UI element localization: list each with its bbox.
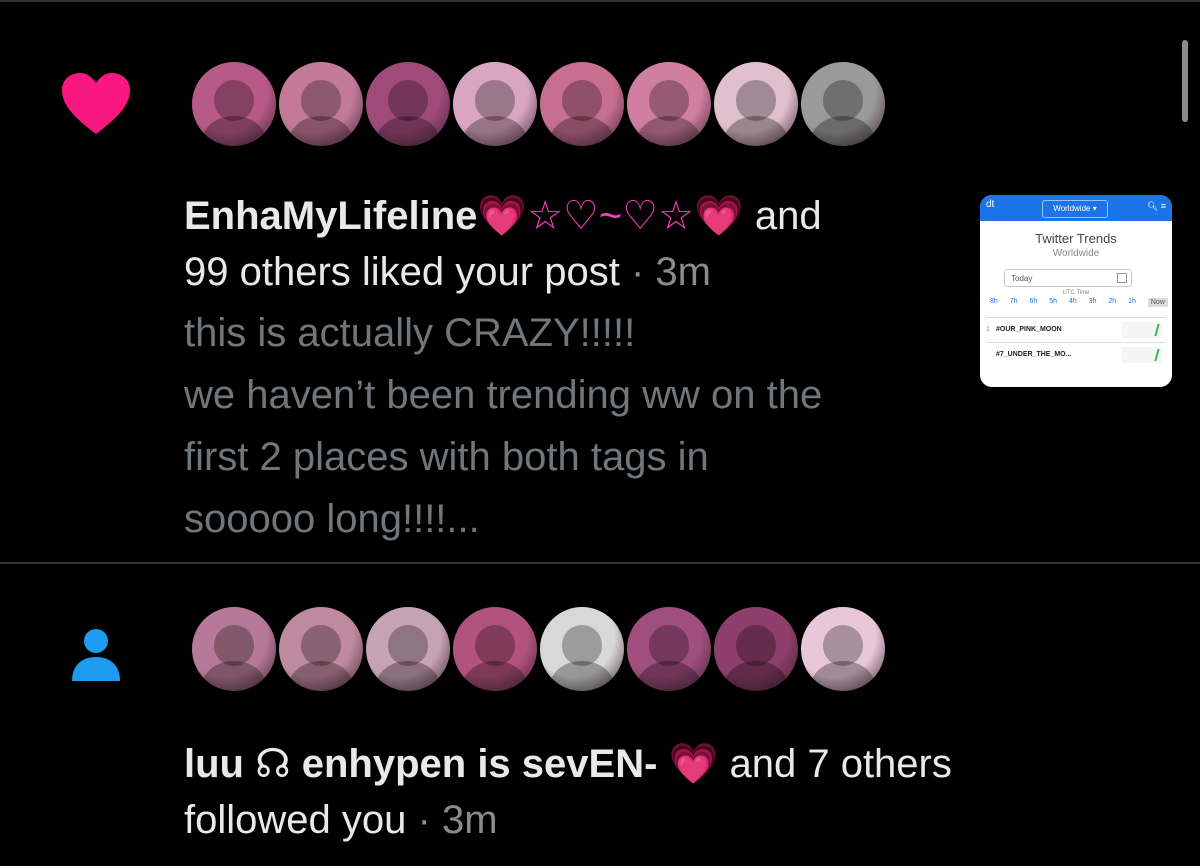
hour-label: 5h xyxy=(1049,298,1057,305)
preview-line: first 2 places with both tags in xyxy=(184,435,709,479)
liker-avatars xyxy=(190,60,887,150)
trend-row: #7_UNDER_THE_MO... xyxy=(986,342,1166,367)
notification-like[interactable]: EnhaMyLifeline💗☆♡~♡☆💗 and 99 others like… xyxy=(0,0,1200,563)
hour-label: 7h xyxy=(1009,298,1018,305)
thumbnail-date-field: Today xyxy=(1004,269,1132,287)
name-decoration: 💗☆♡~♡☆💗 xyxy=(477,194,744,238)
hour-label: 8h xyxy=(990,298,998,305)
action-text: 99 others liked your post xyxy=(184,250,620,294)
notification-divider xyxy=(0,562,1200,564)
post-preview[interactable]: this is actually CRAZY!!!!! we haven’t b… xyxy=(184,302,924,550)
thumbnail-hours: 8h 7h 6h 5h 4h 3h 2h 1h Now xyxy=(990,298,1168,307)
avatar[interactable] xyxy=(451,605,539,693)
avatar[interactable] xyxy=(190,60,278,148)
preview-line: sooooo long!!!!... xyxy=(184,497,480,541)
thumbnail-date-label: Today xyxy=(1011,274,1033,283)
user-name[interactable]: EnhaMyLifeline xyxy=(184,194,477,238)
avatar[interactable] xyxy=(364,60,452,148)
avatar[interactable] xyxy=(364,605,452,693)
and-text: and 7 others xyxy=(729,742,952,786)
thumbnail-dropdown: Worldwide ▾ xyxy=(1042,200,1108,218)
avatar[interactable] xyxy=(190,605,278,693)
calendar-icon xyxy=(1117,273,1127,283)
hour-label: 1h xyxy=(1128,298,1136,305)
avatar[interactable] xyxy=(712,605,800,693)
avatar[interactable] xyxy=(799,60,887,148)
trend-sparkline xyxy=(1122,347,1162,363)
thumbnail-corner-label: dt xyxy=(986,199,995,210)
person-icon xyxy=(64,623,128,687)
thumbnail-title: Twitter Trends xyxy=(1035,231,1117,246)
action-text: followed you xyxy=(184,798,407,842)
hour-label: 4h xyxy=(1068,298,1077,305)
avatar[interactable] xyxy=(538,60,626,148)
thumbnail-icons: 🔍︎ ≡ xyxy=(1146,201,1166,211)
separator-dot: · xyxy=(417,798,431,842)
avatar[interactable] xyxy=(538,605,626,693)
avatar[interactable] xyxy=(451,60,539,148)
timestamp: 3m xyxy=(441,798,498,842)
preview-line: this is actually CRAZY!!!!! xyxy=(184,311,636,355)
separator-dot: · xyxy=(630,250,645,294)
avatar[interactable] xyxy=(277,60,365,148)
hour-label: Now xyxy=(1147,298,1168,307)
avatar[interactable] xyxy=(625,605,713,693)
trend-tag: #7_UNDER_THE_MO... xyxy=(996,351,1072,358)
thumbnail-subtitle: Worldwide xyxy=(1052,248,1100,259)
notification-follow[interactable]: luu ☊ enhypen is sevEN- 💗 and 7 others f… xyxy=(0,565,1200,866)
thumbnail-header: dt Worldwide ▾ 🔍︎ ≡ xyxy=(980,195,1172,221)
notification-text: EnhaMyLifeline💗☆♡~♡☆💗 and 99 others like… xyxy=(184,188,924,550)
avatar[interactable] xyxy=(277,605,365,693)
trend-row: 1 #OUR_PINK_MOON xyxy=(986,317,1166,342)
trend-rank: 1 xyxy=(986,326,990,333)
avatar[interactable] xyxy=(625,60,713,148)
hour-label: 6h xyxy=(1029,298,1038,305)
avatar[interactable] xyxy=(712,60,800,148)
user-name[interactable]: luu ☊ enhypen is sevEN- xyxy=(184,742,657,786)
hour-label: 2h xyxy=(1108,298,1117,305)
post-media-thumbnail[interactable]: dt Worldwide ▾ 🔍︎ ≡ Twitter Trends World… xyxy=(980,195,1172,387)
and-text: and xyxy=(754,194,822,238)
hour-label: 3h xyxy=(1088,298,1097,305)
trend-sparkline xyxy=(1122,322,1162,338)
trend-tag: #OUR_PINK_MOON xyxy=(996,326,1062,333)
timestamp: 3m xyxy=(655,250,711,294)
avatar[interactable] xyxy=(799,605,887,693)
follower-avatars xyxy=(190,605,887,695)
name-decoration: 💗 xyxy=(668,742,719,786)
thumbnail-utc-label: UTC Time xyxy=(1062,290,1090,296)
heart-icon xyxy=(60,72,132,136)
notification-text: luu ☊ enhypen is sevEN- 💗 and 7 others f… xyxy=(184,736,1084,848)
preview-line: we haven’t been trending ww on the xyxy=(184,373,823,417)
